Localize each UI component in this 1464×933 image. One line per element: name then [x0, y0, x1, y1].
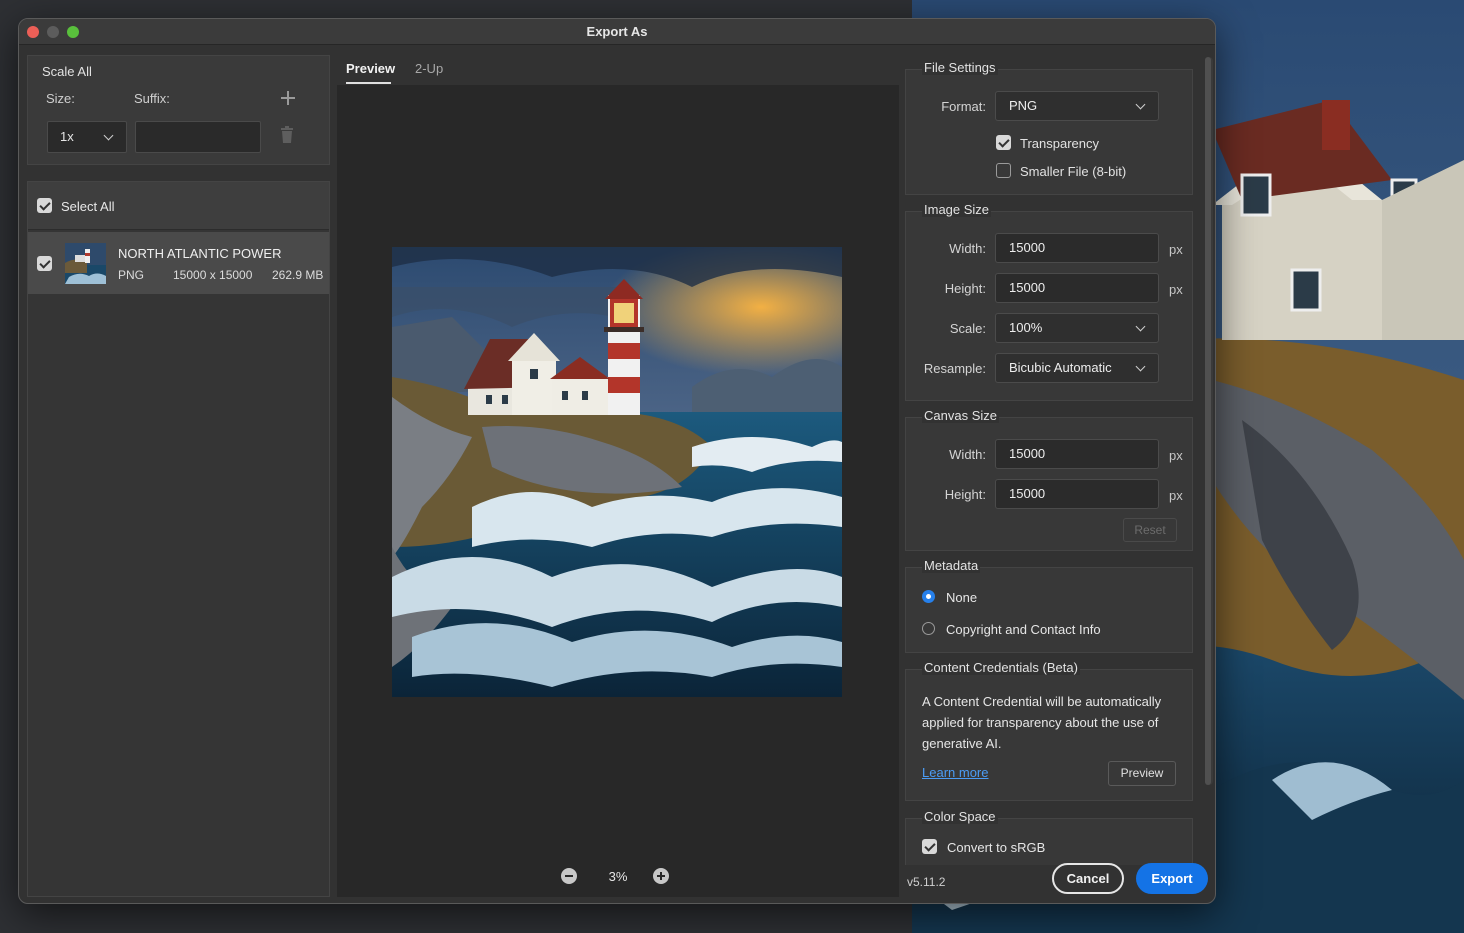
canvas-width-unit: px — [1169, 448, 1183, 463]
smaller-file-label: Smaller File (8-bit) — [1020, 164, 1127, 179]
content-credentials-group: Content Credentials (Beta) A Content Cre… — [905, 660, 1193, 801]
transparency-label: Transparency — [1020, 136, 1099, 151]
reset-button[interactable]: Reset — [1123, 518, 1177, 542]
preview-area: 3% — [337, 85, 899, 897]
list-item[interactable]: NORTH ATLANTIC POWER PNG 15000 x 15000 2… — [28, 232, 329, 294]
preview-image — [392, 247, 842, 697]
metadata-copyright-radio[interactable] — [922, 622, 935, 635]
asset-format: PNG — [118, 268, 145, 282]
title-bar: Export As — [19, 19, 1215, 45]
metadata-none-label: None — [946, 590, 978, 605]
image-height-label: Height: — [944, 281, 986, 296]
add-scale-icon[interactable] — [281, 91, 295, 105]
window-title: Export As — [586, 24, 648, 39]
asset-checkbox[interactable] — [37, 256, 52, 271]
credentials-description-line-3: generative AI. — [922, 736, 1002, 751]
select-all-label: Select All — [61, 199, 115, 214]
size-select-value: 1x — [60, 129, 74, 144]
chevron-down-icon — [1135, 321, 1146, 332]
zoom-in-icon[interactable] — [653, 868, 669, 884]
zoom-bar: 3% — [337, 859, 899, 897]
metadata-group: Metadata None Copyright and Contact Info — [905, 558, 1193, 653]
zoom-level: 3% — [608, 869, 628, 884]
canvas-width-label: Width: — [949, 447, 986, 462]
file-settings-group: File Settings Format: PNG Transparency S… — [905, 60, 1193, 195]
settings-scrollbar[interactable] — [1205, 57, 1213, 785]
suffix-input[interactable] — [135, 121, 261, 153]
asset-list-panel: Select All NORTH ATLANTIC POWER PNG 1500… — [27, 181, 330, 897]
transparency-checkbox[interactable] — [996, 135, 1011, 150]
suffix-label: Suffix: — [134, 91, 170, 106]
tab-preview[interactable]: Preview — [346, 61, 395, 76]
resample-label: Resample: — [923, 361, 986, 376]
cancel-button[interactable]: Cancel — [1052, 863, 1124, 894]
asset-name: NORTH ATLANTIC POWER — [118, 246, 282, 261]
file-settings-title: File Settings — [922, 60, 998, 75]
canvas-height-input[interactable]: 15000 — [995, 479, 1159, 509]
settings-panel: File Settings Format: PNG Transparency S… — [905, 55, 1207, 865]
active-tab-indicator — [346, 82, 391, 84]
select-all-checkbox[interactable] — [37, 198, 52, 213]
convert-srgb-label: Convert to sRGB — [947, 840, 1046, 855]
zoom-out-icon[interactable] — [561, 868, 577, 884]
version-label: v5.11.2 — [907, 875, 946, 889]
credentials-preview-button[interactable]: Preview — [1108, 761, 1176, 786]
format-label: Format: — [941, 99, 986, 114]
image-size-title: Image Size — [922, 202, 992, 217]
color-space-title: Color Space — [922, 809, 998, 824]
resample-select[interactable]: Bicubic Automatic — [995, 353, 1159, 383]
image-width-label: Width: — [949, 241, 986, 256]
metadata-none-radio[interactable] — [922, 590, 935, 603]
image-height-unit: px — [1169, 282, 1183, 297]
image-size-group: Image Size Width: 15000 px Height: 15000… — [905, 202, 1193, 401]
asset-thumbnail — [65, 243, 106, 284]
preview-tabs: Preview 2-Up — [337, 45, 899, 85]
settings-scrollbar-thumb[interactable] — [1205, 57, 1211, 785]
content-credentials-title: Content Credentials (Beta) — [922, 660, 1080, 675]
smaller-file-checkbox[interactable] — [996, 163, 1011, 178]
metadata-copyright-label: Copyright and Contact Info — [946, 622, 1101, 637]
tab-2-up[interactable]: 2-Up — [415, 61, 443, 76]
format-value: PNG — [1009, 98, 1038, 113]
resample-value: Bicubic Automatic — [1009, 360, 1112, 375]
image-height-input[interactable]: 15000 — [995, 273, 1159, 303]
select-all-row[interactable]: Select All — [28, 182, 329, 230]
credentials-description-line-2: applied for transparency about the use o… — [922, 715, 1159, 730]
image-width-input[interactable]: 15000 — [995, 233, 1159, 263]
chevron-down-icon — [103, 130, 114, 141]
asset-file-size: 262.9 MB — [272, 268, 324, 282]
scale-label: Scale: — [949, 321, 986, 336]
size-label: Size: — [46, 91, 75, 106]
size-select[interactable]: 1x — [47, 121, 127, 153]
scale-select[interactable]: 100% — [995, 313, 1159, 343]
chevron-down-icon — [1135, 361, 1146, 372]
scale-all-title: Scale All — [42, 64, 92, 79]
learn-more-link[interactable]: Learn more — [922, 765, 988, 780]
format-select[interactable]: PNG — [995, 91, 1159, 121]
canvas-size-group: Canvas Size Width: 15000 px Height: 1500… — [905, 408, 1193, 551]
image-width-unit: px — [1169, 242, 1183, 257]
trash-icon[interactable] — [280, 126, 294, 144]
asset-dimensions: 15000 x 15000 — [173, 268, 253, 282]
canvas-height-unit: px — [1169, 488, 1183, 503]
color-space-group: Color Space Convert to sRGB — [905, 809, 1193, 865]
scale-value: 100% — [1009, 320, 1043, 335]
convert-srgb-checkbox[interactable] — [922, 839, 937, 854]
credentials-description-line-1: A Content Credential will be automatical… — [922, 694, 1162, 709]
export-button[interactable]: Export — [1136, 863, 1208, 894]
canvas-height-label: Height: — [944, 487, 986, 502]
export-as-dialog: Export As Scale All Size: Suffix: 1x Sel… — [18, 18, 1216, 904]
canvas-size-title: Canvas Size — [922, 408, 999, 423]
scale-all-panel: Scale All Size: Suffix: 1x — [27, 55, 330, 165]
chevron-down-icon — [1135, 99, 1146, 110]
metadata-title: Metadata — [922, 558, 981, 573]
canvas-width-input[interactable]: 15000 — [995, 439, 1159, 469]
